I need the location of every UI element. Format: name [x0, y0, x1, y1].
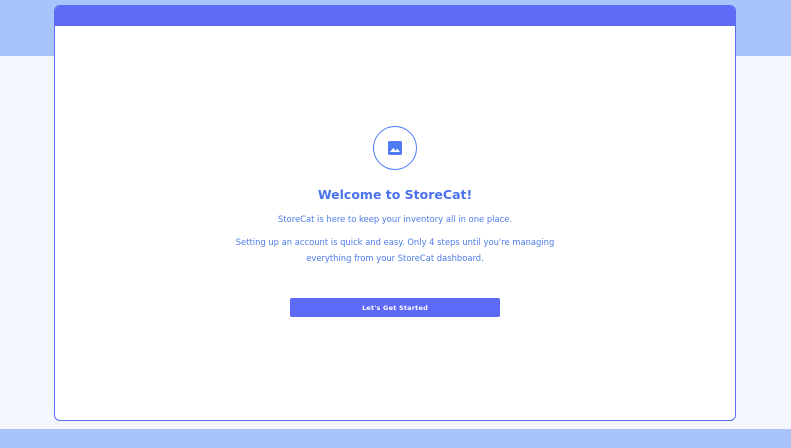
image-icon-badge: [373, 126, 417, 170]
bottom-band: [0, 429, 791, 448]
welcome-card: Welcome to StoreCat! StoreCat is here to…: [54, 5, 736, 421]
welcome-setup-text: Setting up an account is quick and easy.…: [235, 237, 555, 263]
welcome-intro-text: StoreCat is here to keep your inventory …: [277, 214, 513, 224]
welcome-title: Welcome to StoreCat!: [317, 187, 473, 202]
card-header-bar: [55, 6, 735, 26]
get-started-button[interactable]: Let's Get Started: [290, 298, 500, 317]
image-icon: [388, 141, 402, 155]
welcome-content: Welcome to StoreCat! StoreCat is here to…: [55, 126, 735, 317]
